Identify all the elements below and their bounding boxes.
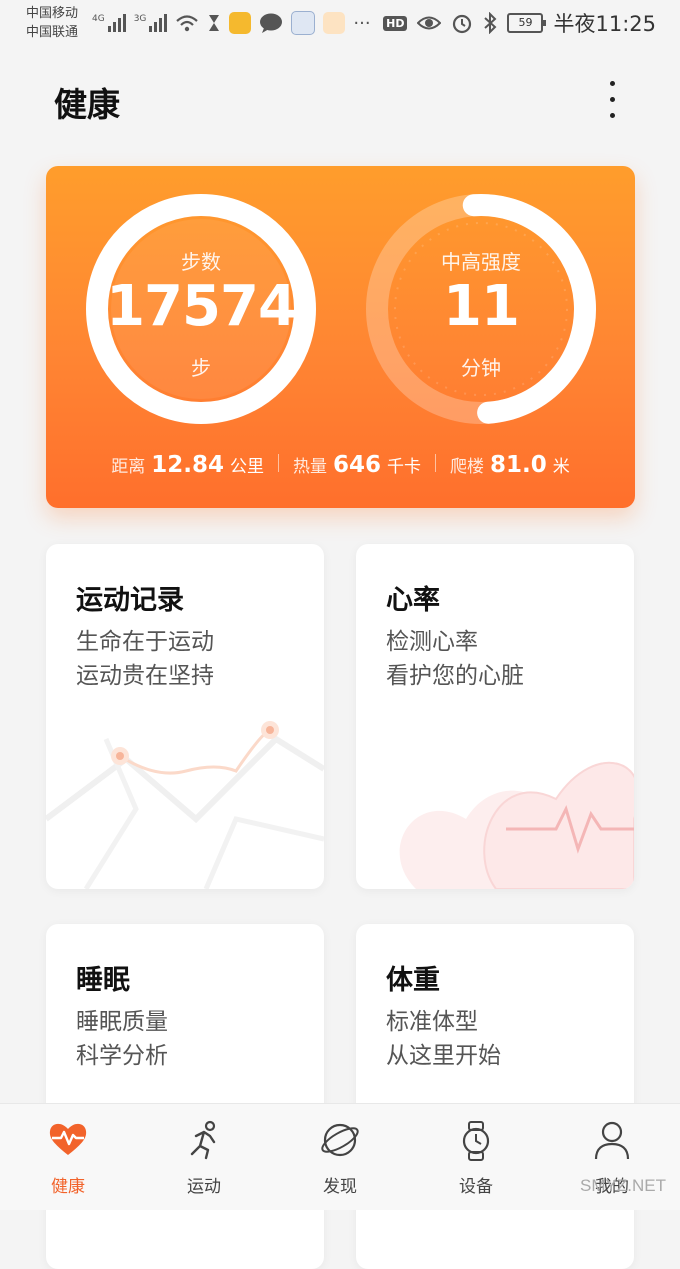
- more-options-icon[interactable]: [602, 78, 622, 122]
- runner-icon: [190, 1120, 216, 1160]
- bluetooth-icon: [484, 12, 497, 34]
- person-icon: [594, 1121, 630, 1160]
- nav-label-devices: 设备: [459, 1177, 493, 1197]
- intensity-ring[interactable]: 中高强度 11 分钟: [364, 192, 598, 426]
- card-subtitle-1: 生命在于运动: [76, 629, 214, 655]
- card-subtitle-2: 看护您的心脏: [386, 663, 524, 689]
- watch-icon: [462, 1121, 490, 1161]
- card-subtitle-1: 标准体型: [386, 1009, 478, 1035]
- nav-health[interactable]: 健康: [0, 1104, 136, 1210]
- card-title: 睡眠: [76, 965, 130, 996]
- card-subtitle-2: 运动贵在坚持: [76, 663, 214, 689]
- weight-card[interactable]: 体重 标准体型 从这里开始: [356, 924, 634, 1269]
- calories-unit: 千卡: [387, 457, 422, 477]
- distance-label: 距离: [111, 457, 146, 477]
- intensity-value: 11: [443, 274, 520, 339]
- carrier-info: 中国移动 中国联通: [26, 4, 78, 42]
- nav-discover[interactable]: 发现: [272, 1104, 408, 1210]
- heart-illustration: [399, 761, 634, 889]
- signal-2-icon: 3G: [134, 14, 168, 32]
- nav-exercise[interactable]: 运动: [136, 1104, 272, 1210]
- summary-stats: 距离 12.84 公里 热量 646 千卡 爬楼 81.0 米: [46, 452, 635, 478]
- distance-stat: 距离 12.84 公里: [97, 452, 278, 478]
- wifi-icon: [176, 15, 199, 32]
- climb-value: 81.0: [490, 452, 547, 478]
- carrier-1: 中国移动: [26, 6, 79, 21]
- activity-summary-card[interactable]: 步数 17574 步 中高强度 11 分钟 距离 12.84 公里 热量 646…: [46, 166, 635, 508]
- status-bar: 中国移动 中国联通 4G 3G ··· HD 59 半夜11:25: [0, 0, 680, 48]
- app-notification-icon: [229, 12, 252, 34]
- page-title: 健康: [54, 85, 120, 124]
- exercise-record-card[interactable]: 运动记录 生命在于运动 运动贵在坚持: [46, 544, 324, 889]
- card-title: 心率: [386, 585, 440, 616]
- calories-stat: 热量 646 千卡: [279, 452, 435, 478]
- climb-unit: 米: [552, 457, 570, 477]
- more-notifications-icon: ···: [353, 12, 371, 34]
- route-map-illustration: [46, 721, 324, 889]
- chat-bubble-icon: [260, 13, 283, 33]
- status-icons-right: HD 59 半夜11:25: [383, 8, 656, 38]
- intensity-label: 中高强度: [441, 250, 521, 274]
- card-subtitle-2: 科学分析: [76, 1043, 168, 1069]
- distance-value: 12.84: [151, 452, 224, 478]
- nav-devices[interactable]: 设备: [408, 1104, 544, 1210]
- card-subtitle-1: 睡眠质量: [76, 1009, 168, 1035]
- status-icons-left: 4G 3G ···: [92, 8, 371, 38]
- calories-label: 热量: [293, 457, 327, 477]
- card-title: 运动记录: [76, 585, 184, 616]
- steps-unit: 步: [191, 356, 211, 380]
- steps-value: 17574: [106, 274, 297, 339]
- heart-pulse-icon: [49, 1123, 87, 1155]
- alarm-icon: [453, 14, 472, 34]
- carrier-2: 中国联通: [26, 25, 79, 40]
- app-notification-icon-2: [291, 11, 316, 35]
- nav-label-exercise: 运动: [187, 1177, 221, 1197]
- calories-value: 646: [333, 452, 382, 478]
- card-subtitle-1: 检测心率: [386, 629, 478, 655]
- eye-icon: [417, 16, 442, 30]
- network-1-label: 4G: [92, 14, 105, 24]
- signal-1-icon: 4G: [92, 14, 126, 32]
- app-notification-icon-3: [323, 12, 346, 34]
- card-subtitle-2: 从这里开始: [386, 1043, 501, 1069]
- sleep-card[interactable]: 睡眠 睡眠质量 科学分析: [46, 924, 324, 1269]
- nav-label-discover: 发现: [323, 1177, 357, 1197]
- hourglass-icon: [209, 15, 220, 31]
- distance-unit: 公里: [230, 457, 264, 477]
- hd-badge: HD: [383, 15, 408, 31]
- steps-ring[interactable]: 步数 17574 步: [84, 192, 318, 426]
- battery-icon: 59: [507, 13, 547, 33]
- network-2-label: 3G: [133, 14, 147, 24]
- watermark: SMYZ.NET: [580, 1176, 666, 1195]
- status-time: 半夜11:25: [553, 12, 656, 36]
- intensity-unit: 分钟: [461, 356, 501, 380]
- planet-icon: [321, 1123, 359, 1157]
- steps-label: 步数: [181, 250, 221, 274]
- card-title: 体重: [386, 965, 440, 996]
- climb-label: 爬楼: [450, 457, 485, 477]
- nav-label-health: 健康: [51, 1177, 85, 1197]
- bottom-navigation: 健康 运动 发现 设备 我的 SMYZ.NET: [0, 1103, 680, 1210]
- climb-stat: 爬楼 81.0 米: [436, 452, 584, 478]
- heart-rate-card[interactable]: 心率 检测心率 看护您的心脏: [356, 544, 634, 889]
